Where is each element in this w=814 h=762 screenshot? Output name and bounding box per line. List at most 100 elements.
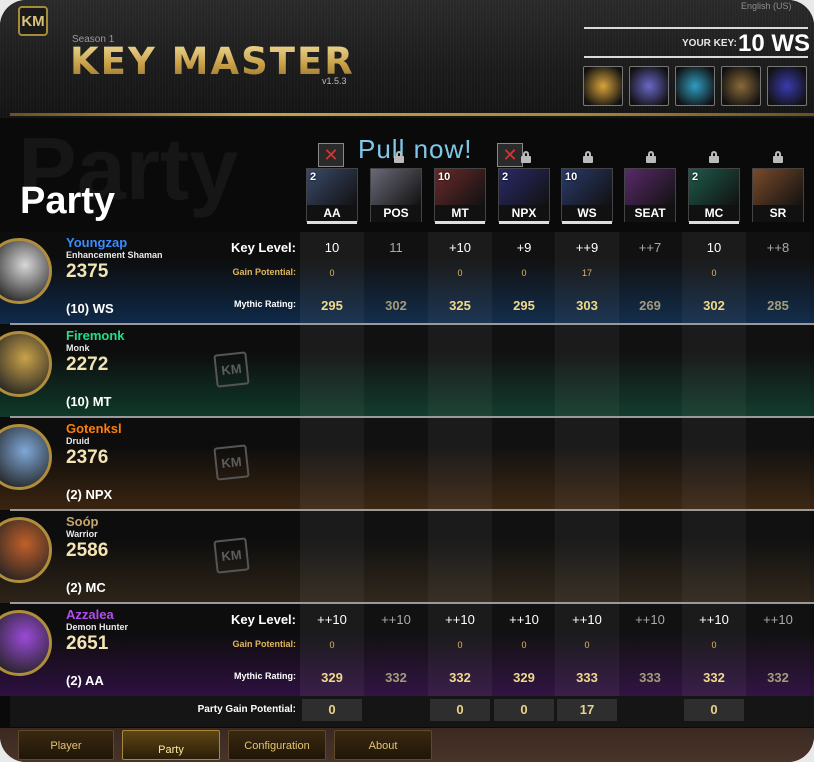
dungeon-column	[746, 511, 810, 603]
player-name: Youngzap	[66, 235, 128, 250]
gain-potential-cell: 0	[711, 268, 717, 278]
dungeon-column	[746, 325, 810, 417]
dungeon-owned-indicator	[435, 221, 485, 224]
player-name: Firemonk	[66, 328, 125, 343]
key-level-cell: ++10	[445, 612, 475, 627]
gain-potential-cell: 0	[584, 640, 590, 650]
mythic-rating-cell: 285	[767, 298, 789, 313]
gain-potential-label: Gain Potential:	[232, 639, 296, 649]
dungeon-tile-ws[interactable]: 10 WS	[561, 168, 613, 224]
affix-silhouette-icon[interactable]	[675, 66, 715, 106]
party-heading: Party	[20, 180, 116, 222]
player-rating: 2376	[66, 447, 109, 468]
key-level-cell: 10	[324, 240, 340, 255]
keymaster-window: KM English (US) Season 1 KEY MASTER v1.5…	[0, 0, 814, 762]
party-row-4: Soóp Warrior 2586 (2) MC KM	[0, 511, 814, 603]
dungeon-column	[555, 325, 619, 417]
dungeon-tile-sr[interactable]: SR	[752, 168, 804, 222]
dungeon-column	[682, 325, 746, 417]
mythic-rating-cell: 332	[767, 670, 789, 685]
dungeon-tile-seat[interactable]: SEAT	[624, 168, 676, 222]
dungeon-owned-indicator	[307, 221, 357, 224]
your-key-value: 10 WS	[738, 30, 811, 57]
language-label: English (US)	[741, 1, 792, 11]
mythic-rating-label: Mythic Rating:	[234, 299, 296, 309]
player-spec: Druid	[66, 436, 90, 446]
affix-orb-icon[interactable]	[583, 66, 623, 106]
key-level-cell: ++10	[381, 612, 411, 627]
player-spec: Enhancement Shaman	[66, 250, 163, 260]
dungeon-tile-mt[interactable]: 10 MT	[434, 168, 486, 224]
gain-potential-cell: 0	[457, 640, 463, 650]
key-level-cell: ++10	[317, 612, 347, 627]
tab-configuration[interactable]: Configuration	[228, 730, 326, 760]
affix-mask-icon[interactable]	[721, 66, 761, 106]
mythic-rating-cell: 269	[639, 298, 661, 313]
gain-potential-cell: 0	[521, 268, 527, 278]
key-level-cell: +10	[448, 240, 472, 255]
mythic-rating-cell: 333	[639, 670, 661, 685]
affix-swirl-icon[interactable]	[629, 66, 669, 106]
key-level-cell: ++10	[763, 612, 793, 627]
dungeon-abbr: MC	[689, 205, 739, 222]
no-addon-km-icon: KM	[213, 444, 250, 481]
mythic-rating-cell: 295	[513, 298, 535, 313]
mythic-rating-cell: 303	[576, 298, 598, 313]
dungeon-tile-aa[interactable]: 2 AA	[306, 168, 358, 224]
tab-about[interactable]: About	[334, 730, 432, 760]
gain-potential-cell: 0	[711, 640, 717, 650]
lock-icon	[773, 151, 783, 163]
your-key-divider-top	[584, 27, 808, 29]
dungeon-key-level: 2	[502, 171, 509, 183]
your-key-label: YOUR KEY:	[682, 38, 737, 49]
player-spec: Monk	[66, 343, 90, 353]
dungeon-column	[618, 325, 682, 417]
not-ready-x-icon: ✕	[318, 143, 344, 167]
tab-player[interactable]: Player	[18, 730, 114, 760]
km-logo-badge[interactable]: KM	[18, 6, 48, 36]
dungeon-column	[618, 511, 682, 603]
player-keystone: (10) MT	[66, 394, 112, 409]
key-level-cell: ++10	[572, 612, 602, 627]
dungeon-key-level: 10	[438, 171, 451, 183]
not-ready-x-icon: ✕	[497, 143, 523, 167]
player-keystone: (2) AA	[66, 673, 104, 688]
your-key-divider-bottom	[584, 56, 808, 58]
dungeon-abbr: POS	[371, 205, 421, 222]
dungeon-column	[364, 325, 428, 417]
key-level-cell: 10	[706, 240, 722, 255]
dungeon-column	[364, 511, 428, 603]
player-keystone: (10) WS	[66, 301, 114, 316]
mythic-rating-cell: 329	[321, 670, 343, 685]
key-level-cell: ++7	[638, 240, 662, 255]
party-row-1: Youngzap Enhancement Shaman 2375 (10) WS Key…	[0, 232, 814, 324]
key-level-label: Key Level:	[230, 612, 296, 627]
dungeon-owned-indicator	[562, 221, 612, 224]
dungeon-tile-mc[interactable]: 2 MC	[688, 168, 740, 224]
dungeon-abbr: SEAT	[625, 205, 675, 222]
key-level-label: Key Level:	[230, 240, 296, 255]
key-level-cell: ++8	[766, 240, 790, 255]
dungeon-column	[618, 418, 682, 510]
dungeon-art	[625, 169, 675, 205]
dungeon-column	[746, 418, 810, 510]
mythic-rating-cell: 295	[321, 298, 343, 313]
dungeon-tile-npx[interactable]: 2 NPX	[498, 168, 550, 224]
party-gain-cell: 17	[557, 699, 617, 721]
mythic-rating-label: Mythic Rating:	[234, 671, 296, 681]
gain-potential-label: Gain Potential:	[232, 267, 296, 277]
dungeon-column	[492, 325, 556, 417]
tab-party[interactable]: Party	[122, 730, 220, 760]
key-level-cell: ++10	[509, 612, 539, 627]
player-rating: 2586	[66, 540, 109, 561]
key-level-cell: ++9	[575, 240, 599, 255]
party-row-5: Azzalea Demon Hunter 2651 (2) AA Key Level: G…	[0, 604, 814, 696]
dungeon-column	[428, 325, 492, 417]
affix-spirit-icon[interactable]	[767, 66, 807, 106]
key-level-cell: 11	[389, 240, 403, 255]
party-gain-cell: 0	[684, 699, 744, 721]
dungeon-tile-pos[interactable]: POS	[370, 168, 422, 222]
party-gain-label: Party Gain Potential:	[197, 704, 296, 715]
dungeon-abbr: WS	[562, 205, 612, 222]
dungeon-key-level: 2	[310, 171, 317, 183]
